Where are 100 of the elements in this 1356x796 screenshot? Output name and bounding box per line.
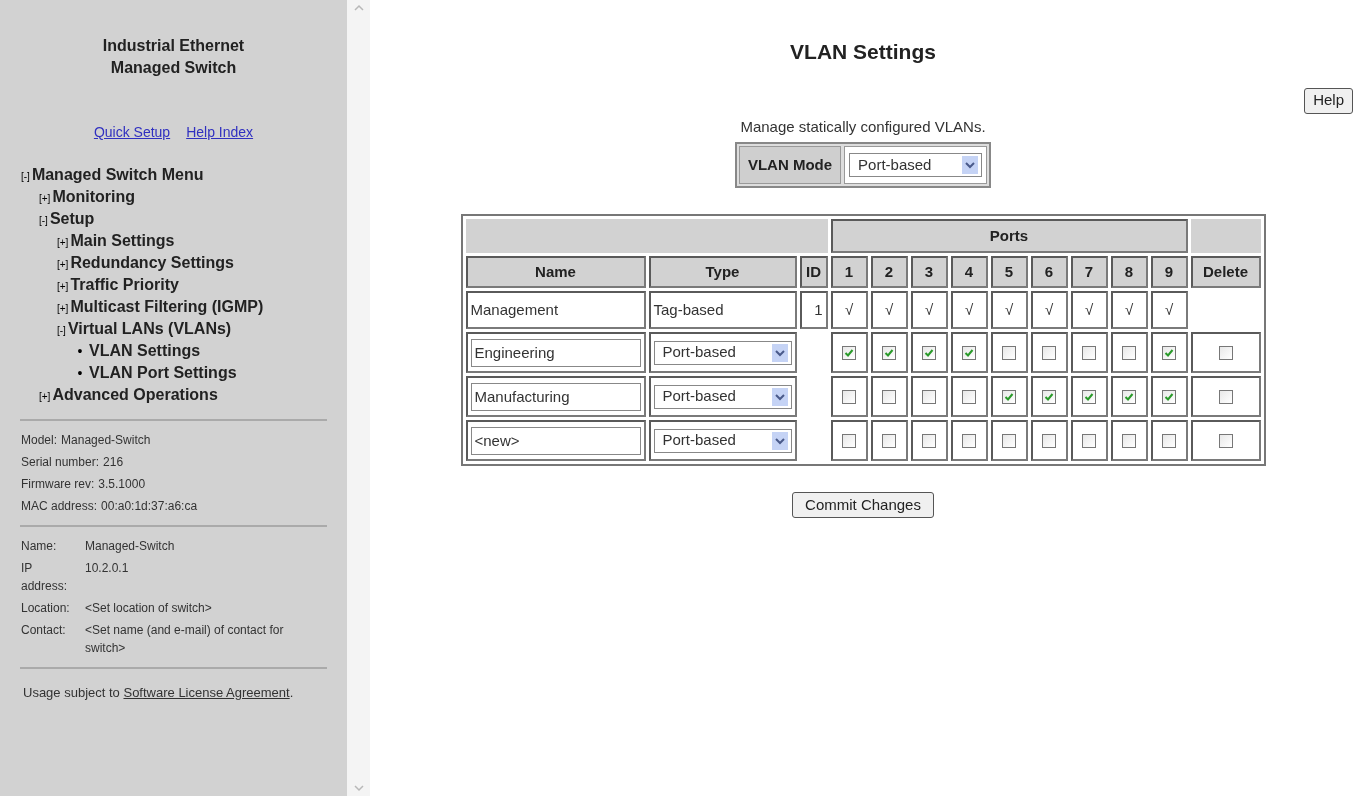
expander-toggle[interactable]: [+] xyxy=(57,257,69,272)
sidebar-link[interactable]: Help Index xyxy=(186,122,254,143)
info-label: Location: xyxy=(21,600,71,617)
table-cell: Tag-based xyxy=(648,291,797,329)
scroll-down-icon xyxy=(351,782,366,794)
sidebar-link[interactable]: Quick Setup xyxy=(93,122,171,143)
ports-header: Ports xyxy=(830,219,1188,253)
checkbox[interactable] xyxy=(922,434,936,449)
table-cell: √ xyxy=(830,291,868,329)
menu-item[interactable]: Virtual LANs (VLANs) xyxy=(67,317,232,341)
page-title: VLAN Settings xyxy=(790,39,936,65)
column-header: 5 xyxy=(990,256,1028,288)
table-cell: √ xyxy=(1030,291,1068,329)
dropdown-caret-icon xyxy=(771,387,788,406)
info-value: 3.5.1000 xyxy=(98,476,146,493)
type-select[interactable]: Port-based xyxy=(653,340,792,365)
commit-button[interactable]: Commit Changes xyxy=(792,492,934,518)
vlan-mode-label: VLAN Mode xyxy=(738,146,842,184)
column-header: 2 xyxy=(870,256,908,288)
menu-item[interactable]: Traffic Priority xyxy=(70,273,179,297)
expander-toggle[interactable]: [+] xyxy=(39,389,51,404)
checkbox[interactable] xyxy=(842,434,856,449)
info-value: 216 xyxy=(103,454,124,471)
expander-toggle[interactable]: [-] xyxy=(57,323,66,338)
checkbox[interactable] xyxy=(1162,434,1176,449)
info-label: Contact: xyxy=(21,622,67,639)
checkbox[interactable] xyxy=(962,434,976,449)
info-value: Managed-Switch xyxy=(61,432,151,449)
type-select[interactable]: Port-based xyxy=(849,153,983,177)
column-header: 1 xyxy=(830,256,868,288)
menu-item[interactable]: VLAN Settings xyxy=(89,339,201,363)
checkbox[interactable] xyxy=(1082,434,1096,449)
expander-toggle[interactable]: [+] xyxy=(39,191,51,206)
info-label: Firmware rev: xyxy=(21,476,95,493)
expander-toggle[interactable]: [+] xyxy=(57,235,69,250)
column-header: 6 xyxy=(1030,256,1068,288)
checkbox[interactable] xyxy=(922,346,936,361)
dropdown-caret-icon xyxy=(771,343,788,362)
checkbox[interactable] xyxy=(1082,346,1096,361)
checkbox[interactable] xyxy=(882,434,896,449)
type-select[interactable]: Port-based xyxy=(653,384,792,409)
column-header: ID xyxy=(799,256,828,288)
info-label: Serial number: xyxy=(21,454,100,471)
menu-item[interactable]: Redundancy Settings xyxy=(70,251,234,275)
checkbox[interactable] xyxy=(1218,390,1233,405)
checkbox[interactable] xyxy=(1002,434,1016,449)
menu-item[interactable]: Monitoring xyxy=(52,185,136,209)
table-cell: √ xyxy=(990,291,1028,329)
column-header: 7 xyxy=(1070,256,1108,288)
table-cell: √ xyxy=(950,291,988,329)
checkbox[interactable] xyxy=(1162,346,1176,361)
table-cell: √ xyxy=(1110,291,1148,329)
column-header: Delete xyxy=(1190,256,1261,288)
checkbox[interactable] xyxy=(1218,346,1233,361)
checkbox[interactable] xyxy=(1042,390,1056,405)
checkbox[interactable] xyxy=(1042,434,1056,449)
checkbox[interactable] xyxy=(842,390,856,405)
help-button[interactable]: Help xyxy=(1304,87,1353,114)
column-header: 3 xyxy=(910,256,948,288)
checkbox[interactable] xyxy=(1002,390,1016,405)
checkbox[interactable] xyxy=(882,346,896,361)
checkbox[interactable] xyxy=(842,346,856,361)
name-input[interactable]: <new> xyxy=(470,426,641,455)
info-label: MAC address: xyxy=(21,498,98,515)
checkbox[interactable] xyxy=(922,390,936,405)
menu-item[interactable]: Managed Switch Menu xyxy=(31,163,204,187)
checkbox[interactable] xyxy=(1122,434,1136,449)
checkbox[interactable] xyxy=(962,346,976,361)
column-header: Type xyxy=(648,256,797,288)
info-value: <Set name (and e-mail) of contact for switch> xyxy=(85,622,285,657)
checkbox[interactable] xyxy=(1002,346,1016,361)
checkbox[interactable] xyxy=(1218,434,1233,449)
expander-toggle[interactable]: [-] xyxy=(39,213,48,228)
checkbox[interactable] xyxy=(1162,390,1176,405)
menu-item[interactable]: Advanced Operations xyxy=(52,383,218,407)
menu-item[interactable]: Multicast Filtering (IGMP) xyxy=(70,295,264,319)
info-label: Model: xyxy=(21,432,58,449)
type-select[interactable]: Port-based xyxy=(653,428,792,453)
expander-toggle[interactable]: [+] xyxy=(57,301,69,316)
checkbox[interactable] xyxy=(1042,346,1056,361)
checkbox[interactable] xyxy=(1122,390,1136,405)
dropdown-caret-icon xyxy=(771,431,788,450)
menu-item[interactable]: Main Settings xyxy=(70,229,175,253)
expander-toggle[interactable]: [-] xyxy=(21,169,30,184)
checkbox[interactable] xyxy=(962,390,976,405)
expander-toggle[interactable]: [+] xyxy=(57,279,69,294)
table-cell: √ xyxy=(910,291,948,329)
scrollbar[interactable] xyxy=(347,0,370,796)
checkbox[interactable] xyxy=(1082,390,1096,405)
checkbox[interactable] xyxy=(882,390,896,405)
menu-item[interactable]: VLAN Port Settings xyxy=(89,361,237,385)
license-link[interactable]: Software License Agreement xyxy=(123,685,290,700)
info-value: <Set location of switch> xyxy=(85,600,212,617)
name-input[interactable]: Manufacturing xyxy=(470,382,641,411)
product-title: Industrial Ethernet Managed Switch xyxy=(101,36,246,78)
column-header: 9 xyxy=(1150,256,1188,288)
menu-item[interactable]: Setup xyxy=(49,207,95,231)
name-input[interactable]: Engineering xyxy=(470,338,641,367)
info-value: 10.2.0.1 xyxy=(85,560,129,577)
checkbox[interactable] xyxy=(1122,346,1136,361)
